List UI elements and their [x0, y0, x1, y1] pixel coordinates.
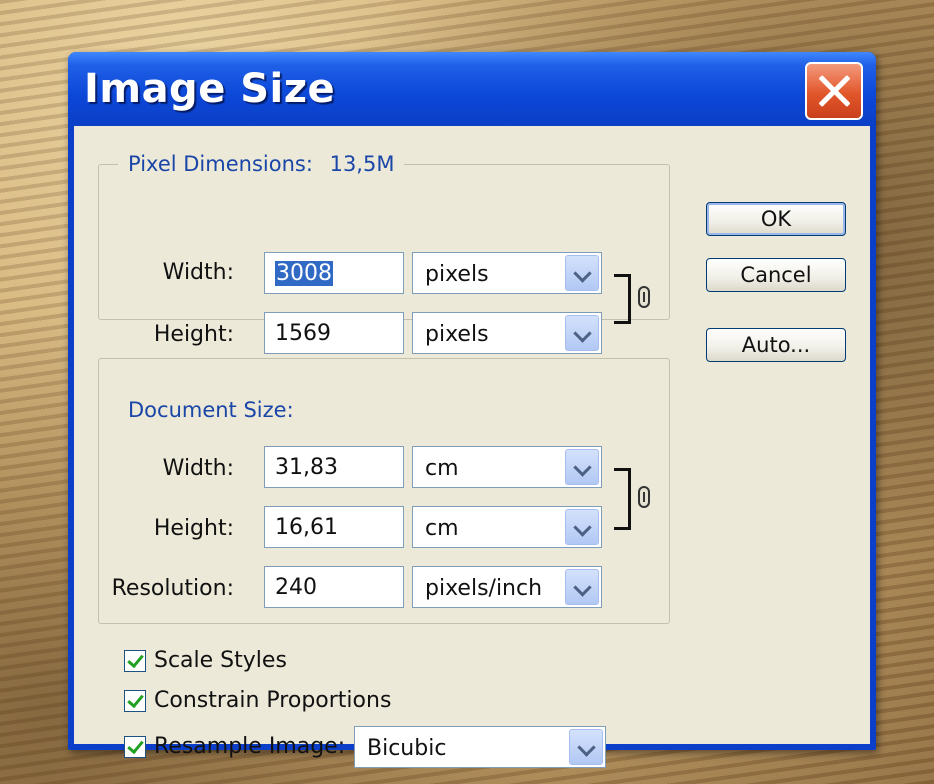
doc-height-unit-select[interactable]: cm: [412, 506, 602, 548]
pixel-width-value: 3008: [275, 261, 333, 286]
pixel-height-input[interactable]: 1569: [264, 312, 404, 354]
title-bar[interactable]: Image Size: [68, 52, 876, 126]
chain-link-icon: [638, 286, 650, 308]
doc-width-value: 31,83: [275, 455, 338, 480]
pixel-dimensions-label: Pixel Dimensions:: [128, 152, 313, 176]
dialog-title: Image Size: [84, 66, 336, 112]
chevron-down-icon[interactable]: [565, 509, 599, 545]
resolution-label: Resolution:: [111, 576, 234, 601]
doc-width-unit-select[interactable]: cm: [412, 446, 602, 488]
close-icon[interactable]: [805, 62, 863, 120]
pixel-height-value: 1569: [275, 321, 331, 346]
pixel-link-bracket: [614, 274, 631, 324]
doc-height-input[interactable]: 16,61: [264, 506, 404, 548]
cancel-button[interactable]: Cancel: [706, 258, 846, 292]
constrain-proportions-label[interactable]: Constrain Proportions: [154, 688, 391, 713]
doc-width-label: Width:: [162, 456, 234, 481]
chevron-down-icon[interactable]: [569, 729, 603, 765]
resample-image-label[interactable]: Resample Image:: [154, 734, 345, 759]
resolution-value: 240: [275, 575, 317, 600]
document-size-legend: Document Size:: [118, 398, 304, 422]
auto-button[interactable]: Auto...: [706, 328, 846, 362]
chevron-down-icon[interactable]: [565, 315, 599, 351]
doc-width-input[interactable]: 31,83: [264, 446, 404, 488]
resample-method-value: Bicubic: [367, 736, 447, 761]
pixel-width-unit-select[interactable]: pixels: [412, 252, 602, 294]
resolution-unit-select[interactable]: pixels/inch: [412, 566, 602, 608]
pixel-height-unit-select[interactable]: pixels: [412, 312, 602, 354]
doc-height-label: Height:: [153, 516, 234, 541]
pixel-width-unit: pixels: [425, 262, 489, 287]
image-size-dialog: Image Size Pixel Dimensions: 13,5M Width…: [68, 52, 876, 768]
pixel-dimensions-legend: Pixel Dimensions: 13,5M: [118, 152, 405, 176]
resample-image-checkbox[interactable]: [124, 736, 146, 758]
doc-link-bracket: [614, 468, 631, 530]
pixel-width-input[interactable]: 3008: [264, 252, 404, 294]
constrain-proportions-checkbox[interactable]: [124, 690, 146, 712]
doc-height-value: 16,61: [275, 515, 338, 540]
chevron-down-icon[interactable]: [565, 569, 599, 605]
chevron-down-icon[interactable]: [565, 255, 599, 291]
resolution-unit: pixels/inch: [425, 576, 543, 601]
dialog-body: Pixel Dimensions: 13,5M Width: 3008 pixe…: [74, 126, 870, 768]
resolution-input[interactable]: 240: [264, 566, 404, 608]
doc-height-unit: cm: [425, 516, 459, 541]
pixel-dimensions-size: 13,5M: [329, 152, 395, 176]
resample-method-select[interactable]: Bicubic: [354, 726, 606, 768]
pixel-dimensions-group: [98, 164, 670, 320]
doc-width-unit: cm: [425, 456, 459, 481]
pixel-height-unit: pixels: [425, 322, 489, 347]
pixel-height-label: Height:: [153, 322, 234, 347]
pixel-width-label: Width:: [162, 260, 234, 285]
chevron-down-icon[interactable]: [565, 449, 599, 485]
chain-link-icon: [638, 486, 650, 508]
ok-button[interactable]: OK: [706, 202, 846, 236]
scale-styles-label[interactable]: Scale Styles: [154, 648, 287, 673]
scale-styles-checkbox[interactable]: [124, 650, 146, 672]
